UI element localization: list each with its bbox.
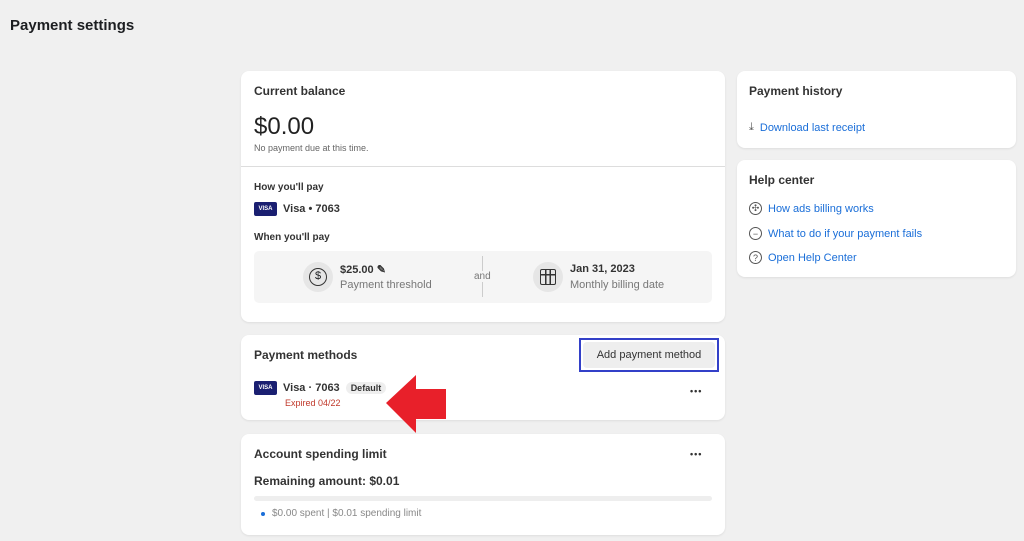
spending-limit-card: Account spending limit ••• Remaining amo… [241, 434, 725, 535]
billing-label: Monthly billing date [570, 279, 665, 291]
card-title: Help center [749, 173, 815, 187]
visa-icon: VISA [254, 202, 277, 216]
link-label: How ads billing works [768, 202, 874, 215]
link-label: What to do if your payment fails [768, 227, 923, 240]
current-balance-card: Current balance $0.00 No payment due at … [241, 71, 725, 322]
help-link-payment-fails[interactable]: − What to do if your payment fails [749, 227, 922, 240]
question-icon: ? [749, 251, 762, 264]
highlight-box: Add payment method [579, 338, 719, 372]
expired-label: Expired 04/22 [285, 398, 341, 408]
card-title: Payment methods [254, 348, 358, 362]
help-link-open-center[interactable]: ? Open Help Center [749, 251, 857, 264]
divider [241, 166, 725, 167]
download-icon: ⤓ [749, 121, 754, 133]
how-title: How you'll pay [254, 182, 324, 193]
and-label: and [472, 271, 493, 282]
link-label: Open Help Center [768, 251, 857, 264]
remaining-amount: Remaining amount: $0.01 [254, 474, 400, 488]
spending-progress-bar [254, 496, 712, 501]
card-title: Account spending limit [254, 447, 387, 461]
billing-icon: ✣ [749, 202, 762, 215]
visa-icon: VISA [254, 381, 277, 395]
default-badge: Default [345, 382, 387, 394]
spending-detail: $0.00 spent | $0.01 spending limit [272, 508, 422, 519]
bullet-icon [261, 511, 265, 516]
help-center-card: Help center ✣ How ads billing works − What… [737, 160, 1016, 277]
edit-pencil-icon[interactable]: ✎ [377, 264, 386, 276]
card-title: Current balance [254, 84, 346, 98]
add-payment-method-button[interactable]: Add payment method [583, 342, 715, 368]
threshold-value: $25.00 [340, 264, 374, 276]
dollar-icon: $ [303, 262, 333, 292]
page-title: Payment settings [10, 17, 135, 34]
minus-circle-icon: − [749, 227, 762, 240]
more-options-icon[interactable]: ••• [690, 449, 702, 459]
calendar-icon [533, 262, 563, 292]
card-label: Visa • 7063 [283, 203, 340, 215]
payment-methods-card: Payment methods Add payment method VISA … [241, 335, 725, 420]
more-options-icon[interactable]: ••• [690, 386, 702, 396]
download-receipt-link[interactable]: ⤓ Download last receipt [749, 121, 865, 134]
red-arrow-icon [386, 375, 446, 433]
card-label: Visa · 7063 [283, 382, 340, 394]
balance-amount: $0.00 [254, 113, 315, 140]
billing-date: Jan 31, 2023 [570, 263, 635, 275]
card-title: Payment history [749, 84, 843, 98]
help-link-billing[interactable]: ✣ How ads billing works [749, 202, 874, 215]
balance-note: No payment due at this time. [254, 143, 369, 153]
schedule-box: $ $25.00 ✎ Payment threshold and Jan 31,… [254, 251, 712, 303]
when-title: When you'll pay [254, 232, 330, 243]
threshold-label: Payment threshold [340, 279, 432, 291]
link-label: Download last receipt [759, 121, 866, 134]
payment-history-card: Payment history ⤓ Download last receipt [737, 71, 1016, 148]
